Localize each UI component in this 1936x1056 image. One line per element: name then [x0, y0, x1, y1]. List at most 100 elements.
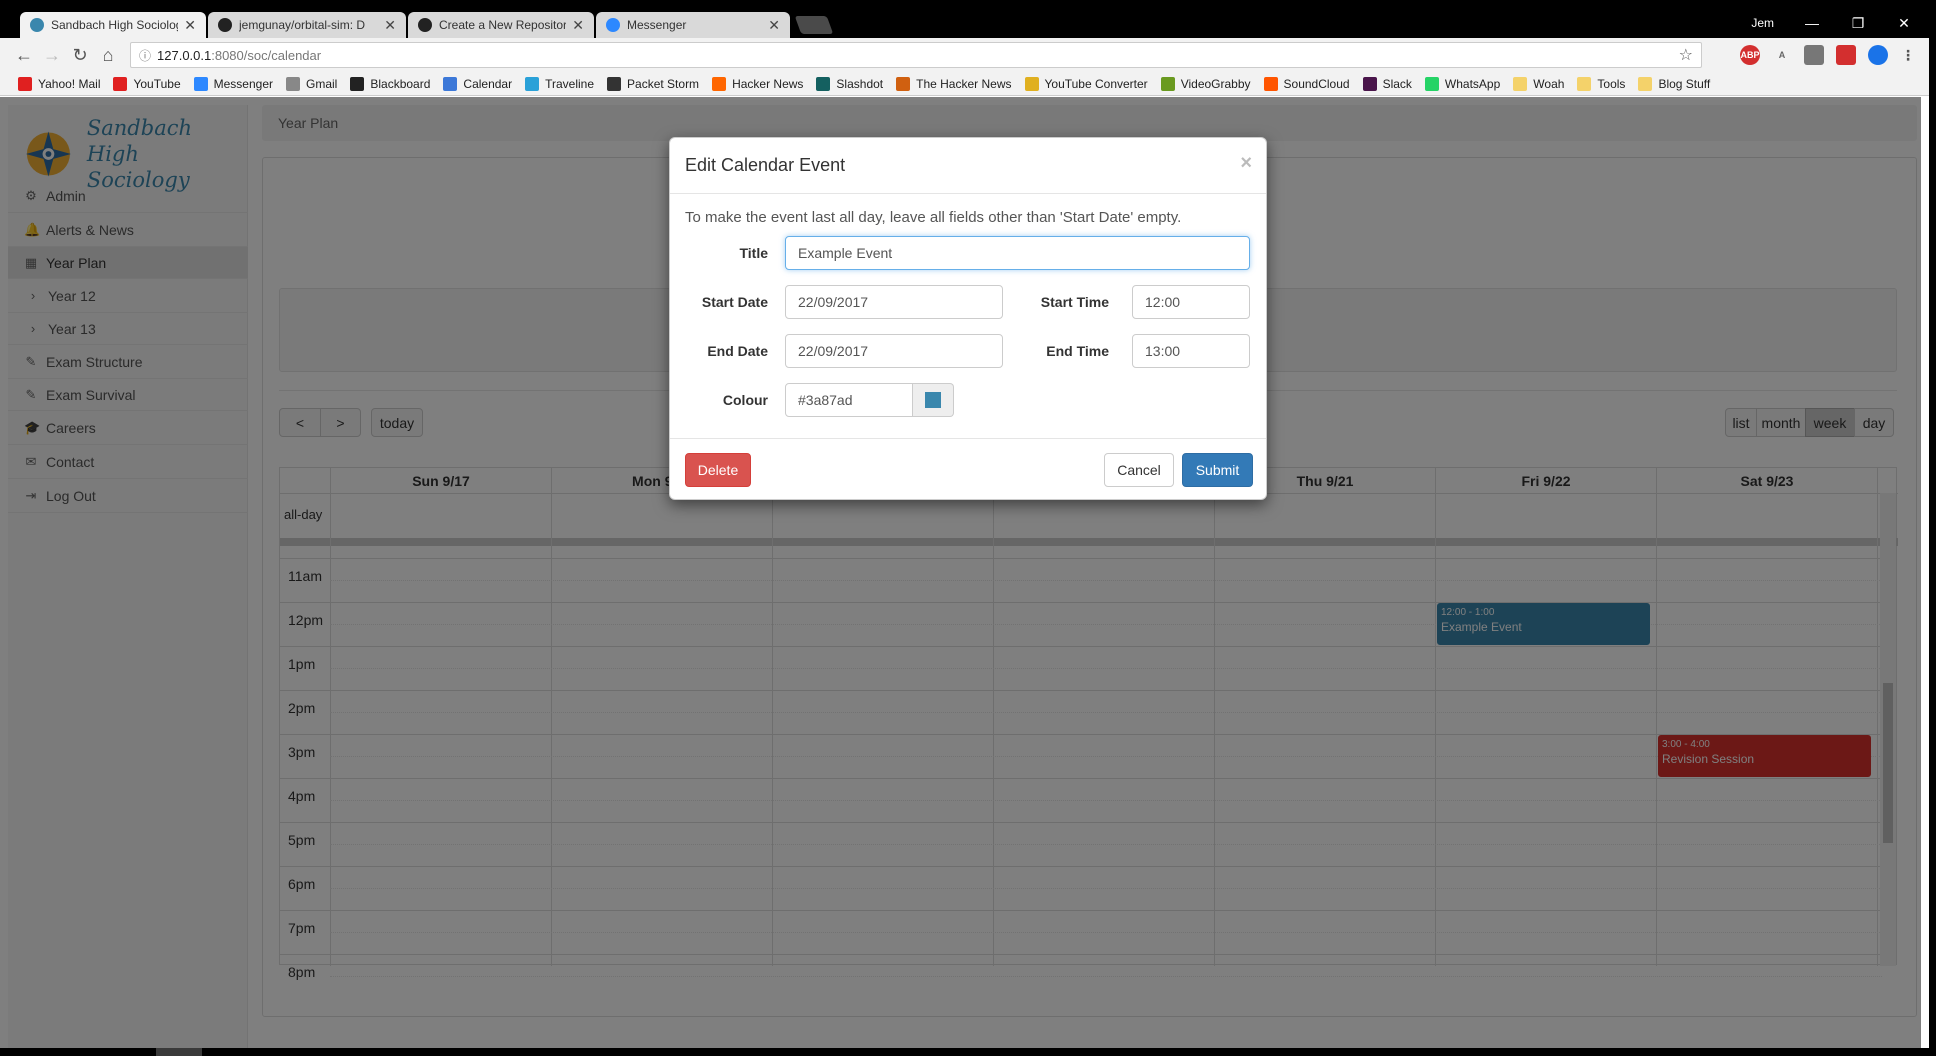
- colour-swatch: [925, 392, 941, 408]
- cancel-button[interactable]: Cancel: [1104, 453, 1174, 487]
- github-icon: [218, 18, 232, 32]
- bookmark-item[interactable]: Traveline: [525, 76, 595, 91]
- close-tab-icon[interactable]: ✕: [184, 17, 196, 34]
- bookmark-label: Calendar: [463, 76, 513, 91]
- colour-picker-button[interactable]: [913, 383, 954, 417]
- modal-header: Edit Calendar Event: [670, 138, 1266, 194]
- bookmark-label: Slashdot: [836, 76, 884, 91]
- info-icon[interactable]: ⓘ: [139, 47, 151, 64]
- start-time-input[interactable]: [1132, 285, 1250, 319]
- bookmark-favicon-icon: [712, 76, 727, 91]
- close-tab-icon[interactable]: ✕: [384, 17, 396, 34]
- bookmark-label: Gmail: [306, 76, 338, 91]
- bookmark-favicon-icon: [525, 76, 540, 91]
- bookmark-item[interactable]: The Hacker News: [896, 76, 1012, 91]
- close-tab-icon[interactable]: ✕: [572, 17, 584, 34]
- adblock-plus-icon[interactable]: ABP: [1740, 45, 1760, 65]
- profile-name[interactable]: Jem: [1751, 8, 1774, 38]
- end-time-input[interactable]: [1132, 334, 1250, 368]
- close-tab-icon[interactable]: ✕: [768, 17, 780, 34]
- address-bar[interactable]: ⓘ 127.0.0.1:8080/soc/calendar ☆: [130, 42, 1702, 68]
- extension-red-icon[interactable]: [1836, 45, 1856, 65]
- url-path: :8080/soc/calendar: [211, 47, 322, 63]
- bookmark-item[interactable]: Slashdot: [816, 76, 884, 91]
- delete-button[interactable]: Delete: [685, 453, 751, 487]
- bookmark-label: Blackboard: [370, 76, 431, 91]
- bookmark-favicon-icon: [18, 76, 32, 91]
- url-host: 127.0.0.1: [157, 47, 212, 63]
- bookmark-item[interactable]: VideoGrabby: [1160, 76, 1251, 91]
- title-label: Title: [739, 245, 768, 261]
- minimize-icon[interactable]: —: [1789, 8, 1835, 38]
- start-time-label: Start Time: [1040, 294, 1109, 310]
- bookmark-item[interactable]: Hacker News: [712, 76, 803, 91]
- title-input[interactable]: [785, 236, 1250, 270]
- site-favicon-icon: [30, 18, 44, 32]
- modal-close-icon[interactable]: ×: [1240, 152, 1252, 175]
- bookmark-label: The Hacker News: [916, 76, 1012, 91]
- bookmark-label: Yahoo! Mail: [38, 76, 101, 91]
- colour-input[interactable]: [785, 383, 913, 417]
- chrome-menu-icon[interactable]: ⋮: [1898, 45, 1918, 65]
- forward-icon[interactable]: →: [38, 41, 66, 69]
- extension-blue-icon[interactable]: [1868, 45, 1888, 65]
- tab-messenger[interactable]: Messenger ✕: [596, 12, 790, 38]
- home-icon[interactable]: ⌂: [94, 41, 122, 69]
- bookmark-label: Packet Storm: [627, 76, 700, 91]
- bookmark-favicon-icon: [1577, 76, 1592, 91]
- bookmark-item[interactable]: Slack: [1362, 76, 1412, 91]
- new-tab-button[interactable]: [794, 16, 834, 34]
- bookmark-item[interactable]: Blog Stuff: [1638, 76, 1711, 91]
- extension-icon[interactable]: [1804, 45, 1824, 65]
- bookmark-favicon-icon: [1024, 76, 1039, 91]
- bookmark-item[interactable]: YouTube Converter: [1024, 76, 1148, 91]
- bookmark-favicon-icon: [1638, 76, 1653, 91]
- tab-create-repo[interactable]: Create a New Repository ✕: [408, 12, 594, 38]
- bookmark-item[interactable]: Blackboard: [350, 76, 431, 91]
- tab-label: jemgunay/orbital-sim: D: [239, 18, 366, 32]
- submit-button[interactable]: Submit: [1182, 453, 1253, 487]
- tab-sandbach[interactable]: Sandbach High Sociolog ✕: [20, 12, 206, 38]
- bookmark-favicon-icon: [113, 76, 128, 91]
- bookmark-item[interactable]: YouTube: [113, 76, 181, 91]
- bookmark-item[interactable]: Woah: [1513, 76, 1565, 91]
- bookmark-label: Woah: [1533, 76, 1565, 91]
- bookmark-item[interactable]: Tools: [1577, 76, 1625, 91]
- colour-label: Colour: [722, 392, 768, 408]
- bookmark-favicon-icon: [896, 76, 911, 91]
- bookmark-item[interactable]: Packet Storm: [607, 76, 700, 91]
- help-text: To make the event last all day, leave al…: [685, 209, 1182, 226]
- bookmark-label: Blog Stuff: [1658, 76, 1711, 91]
- close-window-icon[interactable]: ✕: [1881, 8, 1927, 38]
- github-icon: [418, 18, 432, 32]
- bookmark-favicon-icon: [1513, 76, 1528, 91]
- modal-body: To make the event last all day, leave al…: [670, 194, 1266, 438]
- bookmark-item[interactable]: SoundCloud: [1263, 76, 1350, 91]
- modal-title: Edit Calendar Event: [685, 155, 846, 175]
- translate-icon[interactable]: A: [1772, 45, 1792, 65]
- bookmark-label: VideoGrabby: [1180, 76, 1251, 91]
- bookmark-favicon-icon: [816, 76, 831, 91]
- end-date-input[interactable]: [785, 334, 1003, 368]
- start-date-label: Start Date: [701, 294, 768, 310]
- start-date-input[interactable]: [785, 285, 1003, 319]
- bookmark-item[interactable]: Messenger: [193, 76, 273, 91]
- bookmark-item[interactable]: Calendar: [443, 76, 513, 91]
- tab-label: Sandbach High Sociolog: [51, 18, 179, 32]
- bookmark-item[interactable]: WhatsApp: [1424, 76, 1501, 91]
- taskbar-item[interactable]: [156, 1048, 202, 1056]
- bookmark-star-icon[interactable]: ☆: [1679, 45, 1693, 65]
- tab-label: Messenger: [627, 18, 687, 32]
- bookmark-favicon-icon: [1424, 76, 1439, 91]
- restore-icon[interactable]: ❐: [1835, 8, 1881, 38]
- tab-github-orbital[interactable]: jemgunay/orbital-sim: D ✕: [208, 12, 406, 38]
- bookmark-item[interactable]: Yahoo! Mail: [18, 76, 101, 91]
- bookmark-item[interactable]: Gmail: [286, 76, 338, 91]
- bookmark-label: WhatsApp: [1444, 76, 1501, 91]
- back-icon[interactable]: ←: [10, 41, 38, 69]
- reload-icon[interactable]: ↻: [66, 41, 94, 69]
- bookmark-label: Slack: [1382, 76, 1412, 91]
- bookmark-label: Traveline: [545, 76, 595, 91]
- bookmark-label: YouTube Converter: [1044, 76, 1148, 91]
- bookmark-label: YouTube: [133, 76, 181, 91]
